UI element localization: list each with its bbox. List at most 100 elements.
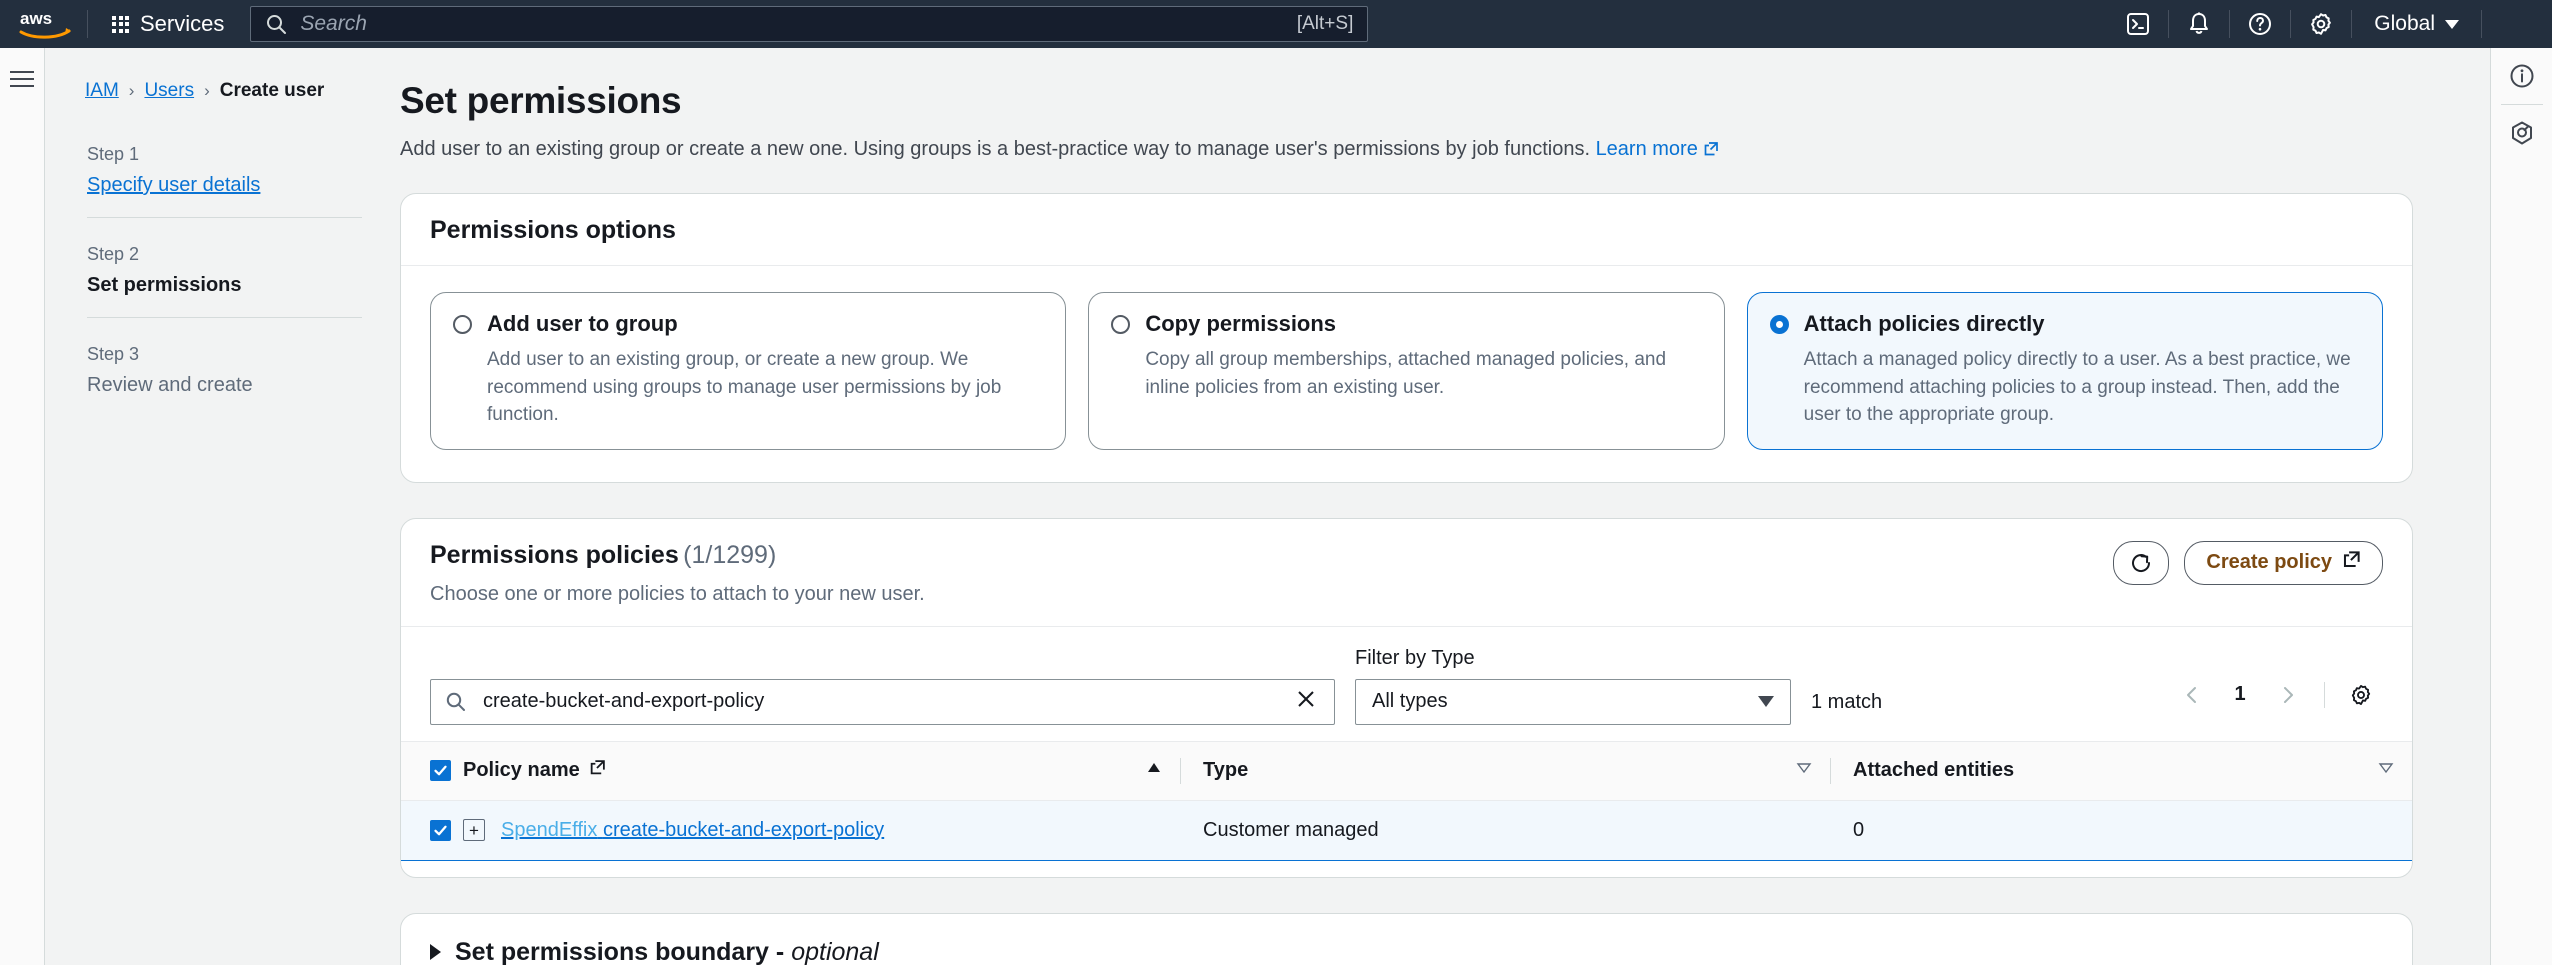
- permissions-options-title: Permissions options: [430, 216, 676, 244]
- step-2-label: Set permissions: [87, 274, 242, 296]
- settings-icon[interactable]: [2291, 0, 2351, 48]
- chevron-right-icon: [430, 944, 441, 961]
- region-selector-button[interactable]: Global: [2352, 0, 2481, 48]
- page-description: Add user to an existing group or create …: [400, 138, 2413, 163]
- filter-by-type-label: Filter by Type: [1355, 646, 1475, 669]
- radio-attach-policies-directly[interactable]: [1769, 314, 1789, 334]
- wizard-step-3: Step 3 Review and create: [87, 338, 362, 417]
- step-1-number: Step 1: [87, 144, 140, 164]
- radio-add-user-to-group[interactable]: [453, 314, 472, 334]
- next-page-button[interactable]: [2266, 673, 2310, 717]
- column-header-attached-entities-label: Attached entities: [1853, 759, 2015, 782]
- clear-search-icon[interactable]: [1292, 688, 1320, 715]
- policies-filter-row: create-bucket-and-export-policy Filter b…: [401, 627, 2412, 741]
- gear-icon: [2351, 684, 2371, 705]
- option-card-add-user-to-group[interactable]: Add user to group Add user to an existin…: [430, 292, 1067, 450]
- expand-row-icon[interactable]: [463, 819, 485, 842]
- learn-more-link[interactable]: Learn more: [1596, 138, 1719, 160]
- column-header-policy-name-label: Policy name: [463, 759, 580, 782]
- left-navigation-rail: [0, 48, 45, 965]
- right-utility-rail: [2490, 48, 2552, 965]
- sort-icon: [2378, 759, 2394, 782]
- security-shield-icon[interactable]: [2491, 105, 2552, 161]
- nav-divider: [87, 10, 88, 38]
- help-icon[interactable]: [2230, 0, 2290, 48]
- option-card-attach-policies-directly[interactable]: Attach policies directly Attach a manage…: [1746, 292, 2383, 450]
- breadcrumb-item-iam[interactable]: IAM: [85, 80, 119, 102]
- external-link-icon: [589, 759, 606, 782]
- aws-logo[interactable]: aws: [18, 7, 73, 41]
- policy-search-value: create-bucket-and-export-policy: [483, 690, 765, 713]
- filter-by-type-select[interactable]: All types: [1355, 678, 1791, 725]
- refresh-button[interactable]: [2113, 540, 2170, 585]
- external-link-icon: [1703, 140, 1719, 163]
- policy-search-input[interactable]: create-bucket-and-export-policy: [430, 678, 1335, 725]
- option-card-copy-permissions[interactable]: Copy permissions Copy all group membersh…: [1088, 292, 1725, 450]
- chevron-down-icon: [2445, 19, 2459, 29]
- page-number-1[interactable]: 1: [2218, 673, 2262, 717]
- wizard-step-1: Step 1 Specify user details: [87, 138, 362, 217]
- app-body: IAM › Users › Create user Step 1 Specify…: [0, 48, 2552, 965]
- step-2-number: Step 2: [87, 244, 140, 264]
- breadcrumb-item-users[interactable]: Users: [144, 80, 194, 102]
- top-navigation-bar: aws Services Search [Alt+S] Global: [0, 0, 2552, 48]
- column-header-attached-entities[interactable]: Attached entities: [1853, 740, 2412, 801]
- column-divider: [1830, 757, 1831, 784]
- services-menu-button[interactable]: Services: [102, 5, 234, 43]
- step-3-number: Step 3: [87, 344, 140, 364]
- filter-by-type-value: All types: [1372, 690, 1448, 713]
- permissions-options-panel: Permissions options Add user to group Ad…: [400, 193, 2413, 483]
- match-count-text: 1 match: [1811, 690, 1883, 713]
- attached-entities-cell: 0: [1853, 799, 2412, 861]
- step-1-label[interactable]: Specify user details: [87, 174, 362, 197]
- filter-by-type-group: Filter by Type All types: [1355, 647, 1791, 725]
- option-label-add-user-to-group: Add user to group: [487, 311, 678, 336]
- previous-page-button[interactable]: [2170, 673, 2214, 717]
- services-label: Services: [140, 11, 225, 36]
- permissions-policies-title: Permissions policies: [430, 540, 679, 569]
- chevron-left-icon: [2187, 686, 2196, 703]
- pagination-controls: 1: [2170, 673, 2383, 725]
- hamburger-menu-icon[interactable]: [10, 71, 34, 965]
- breadcrumb-separator-icon: ›: [204, 81, 210, 100]
- table-header-row: Policy name Type Attached entities: [401, 740, 2412, 801]
- column-header-policy-name[interactable]: Policy name: [463, 740, 1203, 801]
- sort-icon: [1796, 759, 1812, 782]
- account-menu-button[interactable]: [2482, 0, 2552, 48]
- column-divider: [1180, 757, 1181, 784]
- row-select-cell: [401, 799, 463, 861]
- learn-more-label: Learn more: [1595, 138, 1698, 160]
- cloudshell-icon[interactable]: [2108, 0, 2168, 48]
- table-row[interactable]: SpendEffix create-bucket-and-export-poli…: [401, 799, 2412, 861]
- permissions-policies-header: Permissions policies (1/1299) Choose one…: [401, 519, 2412, 627]
- region-label: Global: [2374, 12, 2435, 35]
- search-icon: [446, 692, 465, 711]
- pager-divider: [2324, 681, 2325, 708]
- wizard-sidebar: IAM › Users › Create user Step 1 Specify…: [45, 48, 400, 965]
- svg-text:aws: aws: [20, 9, 52, 28]
- step-3-label: Review and create: [87, 374, 253, 396]
- sort-ascending-icon: [1146, 759, 1162, 782]
- create-policy-label: Create policy: [2206, 551, 2332, 574]
- global-search-input[interactable]: Search [Alt+S]: [250, 6, 1369, 42]
- select-all-checkbox[interactable]: [430, 760, 451, 782]
- table-preferences-button[interactable]: [2339, 673, 2383, 717]
- policy-name-link[interactable]: SpendEffix create-bucket-and-export-poli…: [501, 819, 884, 842]
- create-policy-button[interactable]: Create policy: [2184, 540, 2383, 585]
- column-header-type[interactable]: Type: [1203, 740, 1853, 801]
- radio-copy-permissions[interactable]: [1111, 314, 1131, 334]
- search-icon: [267, 15, 287, 34]
- breadcrumb-item-create-user: Create user: [219, 80, 325, 101]
- permissions-boundary-section[interactable]: Set permissions boundary - optional: [400, 912, 2413, 965]
- policy-name-text: create-bucket-and-export-policy: [602, 818, 885, 841]
- info-icon[interactable]: [2491, 48, 2552, 104]
- step-divider: [87, 317, 362, 318]
- breadcrumb-separator-icon: ›: [128, 81, 135, 100]
- policy-type-cell: Customer managed: [1203, 799, 1853, 861]
- policies-table: Policy name Type Attached entities + Spe…: [401, 740, 2412, 861]
- permissions-boundary-optional: optional: [791, 937, 879, 965]
- page-title: Set permissions: [400, 80, 682, 121]
- permissions-options-header: Permissions options: [401, 194, 2412, 266]
- notifications-icon[interactable]: [2169, 0, 2229, 48]
- row-checkbox[interactable]: [430, 819, 451, 841]
